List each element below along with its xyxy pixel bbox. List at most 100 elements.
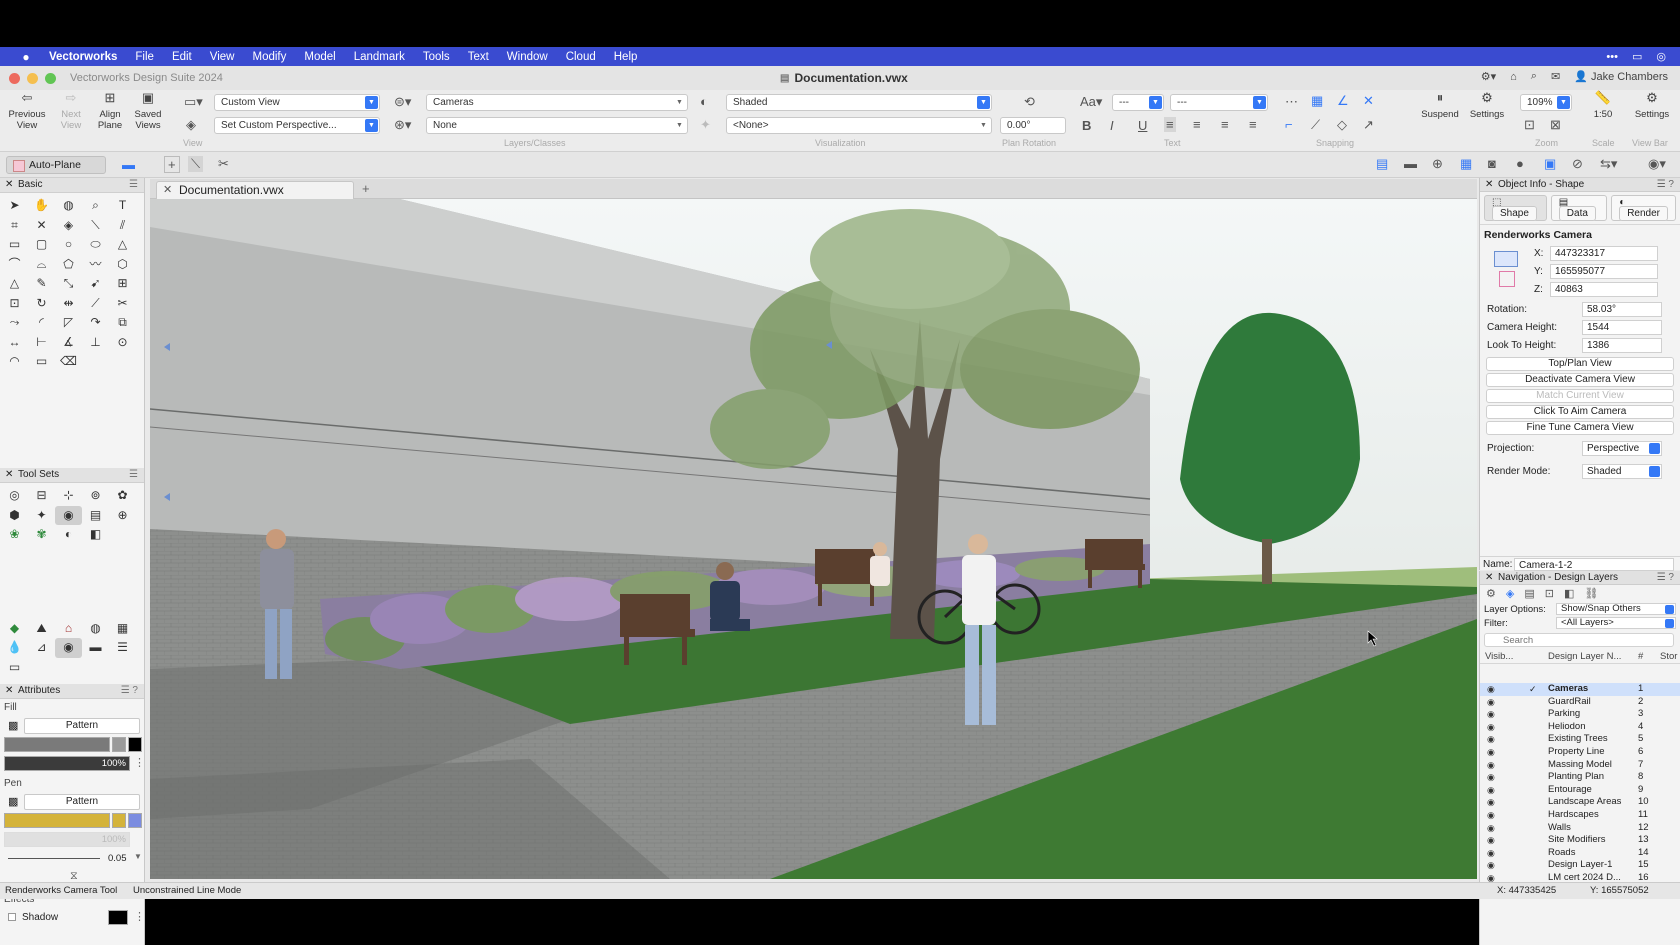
clip-tool-icon[interactable]: ⊞ — [109, 274, 136, 294]
render-mode-combo[interactable]: Shaded ▼ — [726, 94, 992, 111]
suspend-button[interactable]: ⏸ Suspend — [1418, 91, 1462, 120]
polygon-tool-icon[interactable]: ⬠ — [55, 255, 82, 275]
zoom-tool-icon[interactable]: ⌕ — [82, 196, 109, 216]
close-icon[interactable]: ✕ — [163, 182, 172, 199]
vehicle-icon[interactable]: ▭ — [1, 658, 28, 678]
offset-tool-icon[interactable]: ⊡ — [1, 294, 28, 314]
italic-icon[interactable]: I — [1110, 118, 1114, 133]
view-combo[interactable]: Custom View ▼ — [214, 94, 380, 111]
underline-icon[interactable]: U — [1138, 118, 1147, 133]
trim-tool-icon[interactable]: ✂ — [109, 294, 136, 314]
col-visibility[interactable]: Visib... — [1485, 651, 1513, 662]
viewport-icon[interactable]: ⇆▾ — [1600, 156, 1617, 172]
classes-nav-icon[interactable]: ⚙ — [1486, 587, 1496, 601]
layer-row[interactable]: ◉ Parking 3 — [1480, 708, 1680, 721]
rounded-rect-tool-icon[interactable]: ▢ — [28, 235, 55, 255]
line-mode-icon[interactable]: ⟍ — [188, 156, 204, 172]
layer-row[interactable]: ◉ Design Layer-1 15 — [1480, 859, 1680, 872]
minimize-window-button[interactable] — [27, 72, 38, 84]
circle-tool-icon[interactable]: ○ — [55, 235, 82, 255]
site-planning-toolset-icon[interactable]: ⊚ — [82, 486, 109, 506]
line-tool-icon[interactable]: ⟍ — [82, 216, 109, 236]
dimension-tool-icon[interactable]: ↔ — [1, 333, 28, 353]
globe-icon[interactable]: ◉▾ — [1648, 156, 1666, 172]
survey-icon[interactable]: ⊿ — [28, 638, 55, 658]
zoom-fit-icon[interactable]: ⊡ — [1524, 117, 1535, 133]
visualization-toolset-icon[interactable]: ◎ — [1, 486, 28, 506]
polyline-tool-icon[interactable]: ⌓ — [28, 255, 55, 275]
match-current-view-button[interactable]: Match Current View — [1486, 389, 1674, 403]
pen-foreground-swatch[interactable] — [4, 813, 110, 828]
regular-polygon-tool-icon[interactable]: △ — [1, 274, 28, 294]
col-name[interactable]: Design Layer N... — [1548, 651, 1621, 662]
pan-tool-icon[interactable]: ✋ — [28, 196, 55, 216]
double-line-tool-icon[interactable]: ⫽ — [109, 216, 136, 236]
freehand-tool-icon[interactable]: 〰 — [82, 255, 109, 275]
stack-icon[interactable]: ☰ — [109, 638, 136, 658]
triangle-tool-icon[interactable]: △ — [109, 235, 136, 255]
move-by-points-tool-icon[interactable]: ↷ — [82, 313, 109, 333]
saved-views-button[interactable]: ▣ Saved Views — [127, 91, 169, 131]
callout-tool-icon[interactable]: ⌗ — [1, 216, 28, 236]
tab-data[interactable]: ▤ Data — [1550, 195, 1608, 221]
menu-app[interactable]: Vectorworks — [40, 51, 126, 63]
grid-view-icon[interactable]: ▦ — [1460, 156, 1472, 172]
tab-render[interactable]: ◐ Render — [1611, 195, 1676, 221]
auto-plane-toggle[interactable]: Auto-Plane — [6, 156, 106, 174]
close-icon[interactable]: ✕ — [1485, 571, 1493, 584]
landscape-toolset-icon[interactable]: ✿ — [109, 486, 136, 506]
connect-tool-icon[interactable]: ⤳ — [1, 313, 28, 333]
spotlight-toolset-icon[interactable]: ✦ — [28, 506, 55, 526]
eye-icon[interactable]: ◉ — [1487, 822, 1495, 834]
zoom-combo[interactable]: 109% ▼ — [1520, 94, 1572, 111]
shadow-color-swatch[interactable] — [108, 910, 128, 925]
layer-row[interactable]: ◉ Entourage 9 — [1480, 784, 1680, 797]
justify-icon[interactable]: ≡ — [1249, 117, 1257, 132]
name-field[interactable]: Camera-1-2 — [1514, 558, 1674, 571]
font-size-icon[interactable]: Aa▾ — [1080, 94, 1102, 110]
arc-tool-icon[interactable]: ⌒ — [1, 255, 28, 275]
duplicate-array-tool-icon[interactable]: ⧉ — [109, 313, 136, 333]
flyover-tool-icon[interactable]: ◍ — [55, 196, 82, 216]
machine-design-toolset-icon[interactable]: ◐ — [55, 525, 82, 545]
search-icon[interactable]: ⌕ — [1531, 70, 1537, 83]
layer-options-select[interactable]: Show/Snap Others — [1556, 603, 1676, 615]
viewports-icon[interactable]: ⊡ — [1545, 587, 1554, 601]
fill-background-swatch[interactable] — [112, 737, 126, 752]
image-icon[interactable]: ▣ — [1544, 156, 1556, 172]
menu-model[interactable]: Model — [295, 51, 344, 63]
more-options-icon[interactable]: ⋮ — [134, 910, 145, 923]
filter-select[interactable]: <All Layers> — [1556, 617, 1676, 629]
layer-row[interactable]: ◉ ✓ Cameras 1 — [1480, 683, 1680, 696]
chevron-down-icon[interactable]: ▼ — [134, 852, 142, 861]
layer-row[interactable]: ◉ Property Line 6 — [1480, 746, 1680, 759]
layer-row[interactable]: ◉ Walls 12 — [1480, 822, 1680, 835]
click-to-aim-camera-button[interactable]: Click To Aim Camera — [1486, 405, 1674, 419]
dims-notes-toolset-icon[interactable]: ⊹ — [55, 486, 82, 506]
gear-icon[interactable]: ⚙▾ — [1481, 70, 1496, 83]
tab-shape[interactable]: ⬚ Shape — [1484, 195, 1547, 221]
scale-button[interactable]: 📏 1:50 — [1584, 91, 1622, 120]
menu-file[interactable]: File — [126, 51, 163, 63]
layers-combo[interactable]: Cameras ▼ — [426, 94, 688, 111]
render-mode-select[interactable]: Shaded — [1582, 464, 1662, 479]
previous-view-button[interactable]: ⇦ Previous View — [6, 91, 48, 131]
snap-point-icon[interactable]: ◇ — [1337, 117, 1347, 133]
protractor-tool-icon[interactable]: ◠ — [1, 352, 28, 372]
visibility-off-icon[interactable]: ⊘ — [1572, 156, 1583, 172]
split-tool-icon[interactable]: ⟋ — [82, 294, 109, 314]
user-menu[interactable]: 👤 Jake Chambers — [1574, 70, 1668, 83]
text-style-combo-2[interactable]: --- ▼ — [1170, 94, 1268, 111]
tape-measure-tool-icon[interactable]: ⊙ — [109, 333, 136, 353]
align-right-icon[interactable]: ≡ — [1221, 117, 1229, 132]
fill-style-select[interactable]: Pattern — [24, 718, 140, 734]
terrain-icon[interactable]: ⛰ — [28, 619, 55, 639]
snap-distance-icon[interactable]: ⌐ — [1285, 117, 1293, 132]
more-options-icon[interactable]: ⋮ — [134, 756, 145, 769]
water-icon[interactable]: 💧 — [1, 638, 28, 658]
menu-text[interactable]: Text — [459, 51, 498, 63]
select-similar-tool-icon[interactable]: ➹ — [82, 274, 109, 294]
more-icon[interactable]: ••• — [1606, 51, 1618, 63]
renderworks-camera-icon[interactable]: ◉ — [55, 638, 82, 658]
snap-intersect-icon[interactable]: ✕ — [1363, 93, 1374, 109]
